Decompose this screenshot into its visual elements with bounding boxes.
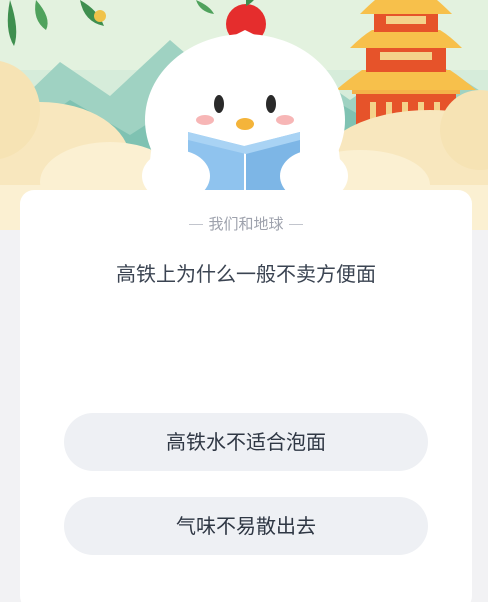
quiz-page: 我们和地球 高铁上为什么一般不卖方便面 高铁水不适合泡面 气味不易散出去 — [0, 0, 488, 602]
answer-option-2[interactable]: 气味不易散出去 — [64, 497, 428, 555]
divider-dash-icon — [288, 224, 303, 225]
quiz-card: 我们和地球 高铁上为什么一般不卖方便面 高铁水不适合泡面 气味不易散出去 — [20, 190, 472, 602]
category-label: 我们和地球 — [208, 215, 284, 233]
question-text: 高铁上为什么一般不卖方便面 — [116, 262, 376, 286]
divider-dash-icon — [189, 224, 204, 225]
answer-option-1[interactable]: 高铁水不适合泡面 — [64, 413, 428, 471]
quiz-category: 我们和地球 — [20, 213, 472, 234]
